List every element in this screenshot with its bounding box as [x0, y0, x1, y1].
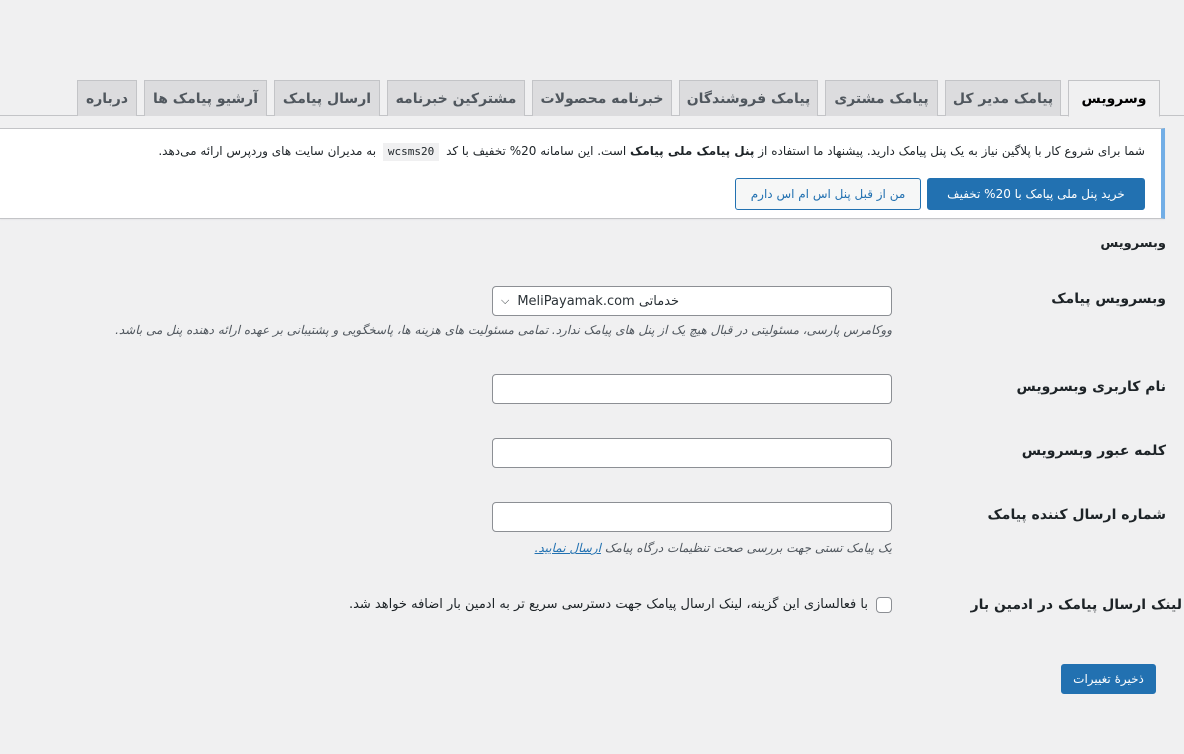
save-changes-button[interactable]: ذخیرهٔ تغییرات	[1061, 664, 1156, 694]
sender-desc-text: یک پیامک تستی جهت بررسی صحت تنظیمات درگا…	[604, 541, 892, 555]
adminbar-link-label: لینک ارسال پیامک در ادمین بار	[970, 597, 1182, 613]
notice-text-before: شما برای شروع کار با پلاگین نیاز به یک پ…	[758, 144, 1145, 158]
sender-description: یک پیامک تستی جهت بررسی صحت تنظیمات درگا…	[535, 541, 892, 555]
tab-admin-sms[interactable]: پیامک مدیر کل	[945, 80, 1061, 116]
sender-number-input[interactable]	[492, 502, 892, 532]
password-label: کلمه عبور وبسرویس	[1021, 443, 1166, 459]
tab-bar: وسرویس پیامک مدیر کل پیامک مشتری پیامک ف…	[0, 0, 1184, 117]
tab-send-sms[interactable]: ارسال پیامک	[274, 80, 380, 116]
tab-sms-archive[interactable]: آرشیو پیامک ها	[144, 80, 267, 116]
tab-webservice[interactable]: وسرویس	[1068, 80, 1160, 117]
buy-panel-button[interactable]: خرید پنل ملی پیامک با 20% تخفیف	[927, 178, 1145, 210]
section-title: وبسرویس	[1100, 236, 1166, 251]
webservice-select[interactable]: ⌵ خدماتی MeliPayamak.com	[492, 286, 892, 316]
webservice-description: ووکامرس پارسی، مسئولیتی در قبال هیچ یک ا…	[115, 323, 892, 337]
notice-text-middle: است. این سامانه 20% تخفیف با کد	[446, 144, 627, 158]
notice-text-after: به مدیران سایت های وردپرس ارائه می‌دهد.	[158, 144, 377, 158]
promo-notice: شما برای شروع کار با پلاگین نیاز به یک پ…	[0, 128, 1165, 219]
send-test-sms-link[interactable]: ارسال نمایید.	[535, 541, 601, 555]
webservice-label: وبسرویس پیامک	[1051, 291, 1166, 307]
adminbar-link-checkbox[interactable]	[876, 597, 892, 613]
tab-product-newsletter[interactable]: خبرنامه محصولات	[532, 80, 672, 116]
tab-about[interactable]: درباره	[77, 80, 137, 116]
tab-newsletter-subscribers[interactable]: مشترکین خبرنامه	[387, 80, 525, 116]
sender-number-label: شماره ارسال کننده پیامک	[987, 507, 1166, 523]
tab-customer-sms[interactable]: پیامک مشتری	[825, 80, 938, 116]
adminbar-checkbox-text: با فعالسازی این گزینه، لینک ارسال پیامک …	[348, 597, 868, 612]
discount-code: wcsms20	[382, 143, 440, 161]
webservice-selected-value: خدماتی MeliPayamak.com	[517, 293, 680, 309]
notice-bold-text: پنل پیامک ملی پیامک	[630, 144, 755, 158]
password-input[interactable]	[492, 438, 892, 468]
username-label: نام کاربری وبسرویس	[1016, 379, 1166, 395]
tab-vendor-sms[interactable]: پیامک فروشندگان	[679, 80, 818, 116]
notice-message: شما برای شروع کار با پلاگین نیاز به یک پ…	[65, 142, 1145, 161]
chevron-down-icon: ⌵	[501, 294, 510, 307]
username-input[interactable]	[492, 374, 892, 404]
have-panel-button[interactable]: من از قبل پنل اس ام اس دارم	[735, 178, 921, 210]
